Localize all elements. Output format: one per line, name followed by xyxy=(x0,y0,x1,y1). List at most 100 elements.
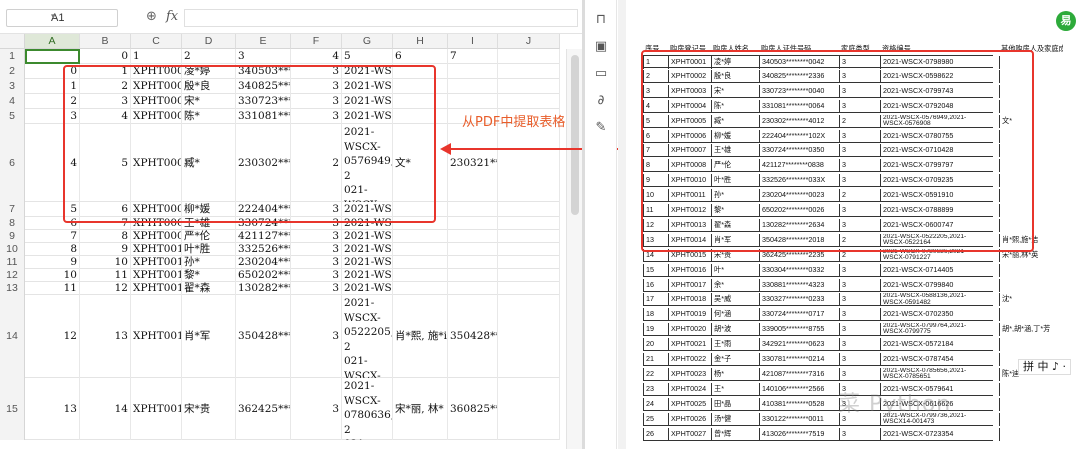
sheet-cell[interactable] xyxy=(498,230,560,243)
row-header[interactable]: 4 xyxy=(0,94,25,109)
sign-icon[interactable]: ✎ xyxy=(591,118,611,138)
sheet-cell[interactable] xyxy=(448,202,498,217)
sheet-cell[interactable] xyxy=(393,230,448,243)
sheet-cell[interactable]: 3 xyxy=(291,295,342,378)
sheet-cell[interactable] xyxy=(498,269,560,282)
sheet-cell[interactable]: 2021-WSCX-0788899 xyxy=(342,269,393,282)
sheet-cell[interactable] xyxy=(393,269,448,282)
sheet-cell[interactable] xyxy=(448,217,498,230)
sheet-cell[interactable]: 10 xyxy=(80,256,131,269)
sheet-cell[interactable]: 4 xyxy=(291,49,342,64)
sheet-cell[interactable]: 10 xyxy=(25,269,80,282)
name-box[interactable]: A1 ▾ xyxy=(6,9,118,27)
sheet-cell[interactable]: 12 xyxy=(80,282,131,295)
column-header-g[interactable]: G xyxy=(342,34,393,49)
sheet-cell[interactable]: 350428********2023, 3602 xyxy=(448,295,498,378)
sheet-cell[interactable]: XPHT0013 xyxy=(131,282,182,295)
sheet-cell[interactable]: 12 xyxy=(25,295,80,378)
row-header[interactable]: 6 xyxy=(0,124,25,202)
sheet-cell[interactable]: 宋*丽, 林* xyxy=(393,378,448,440)
sheet-cell[interactable]: 650202**** xyxy=(236,269,291,282)
sheet-cell[interactable] xyxy=(448,282,498,295)
row-header[interactable]: 3 xyxy=(0,79,25,94)
sheet-cell[interactable] xyxy=(448,243,498,256)
sheet-cell[interactable]: 3 xyxy=(291,282,342,295)
sheet-cell[interactable]: 叶*胜 xyxy=(182,243,236,256)
sheet-cell[interactable]: 3 xyxy=(291,256,342,269)
sheet-cell[interactable] xyxy=(448,79,498,94)
sheet-cell[interactable]: 14 xyxy=(80,378,131,440)
sheet-cell[interactable]: 宋*贵 xyxy=(182,378,236,440)
bookmark-icon[interactable]: ⊓ xyxy=(591,10,611,30)
sheet-cell[interactable]: 2021-WSCX-0799797 xyxy=(342,230,393,243)
sheet-cell[interactable] xyxy=(448,269,498,282)
sheet-cell[interactable]: 7 xyxy=(448,49,498,64)
sheet-cell[interactable]: 严*伦 xyxy=(182,230,236,243)
row-header[interactable]: 13 xyxy=(0,282,25,295)
sheet-cell[interactable]: 孙* xyxy=(182,256,236,269)
sheet-cell[interactable]: 2021- WSCX- 0522205, 2 021- WSCX- 052216… xyxy=(342,295,393,378)
sheet-cell[interactable]: XPHT0015 xyxy=(131,378,182,440)
image-icon[interactable]: ▣ xyxy=(591,37,611,57)
zoom-icon[interactable]: ⊕ xyxy=(146,9,157,24)
sheet-cell[interactable]: 肖*军 xyxy=(182,295,236,378)
column-header-i[interactable]: I xyxy=(448,34,498,49)
sheet-cell[interactable] xyxy=(448,256,498,269)
sheet-cell[interactable]: 3 xyxy=(291,230,342,243)
select-all-corner[interactable] xyxy=(0,34,25,49)
sheet-cell[interactable] xyxy=(498,243,560,256)
sheet-cell[interactable] xyxy=(498,79,560,94)
sheet-cell[interactable]: 9 xyxy=(80,243,131,256)
column-header-a[interactable]: A xyxy=(25,34,80,49)
sheet-cell[interactable]: 肖*熙, 施*i xyxy=(393,295,448,378)
chevron-down-icon[interactable]: ▾ xyxy=(51,11,113,22)
row-header[interactable]: 5 xyxy=(0,109,25,124)
sheet-cell[interactable] xyxy=(393,256,448,269)
sheet-cell[interactable]: 8 xyxy=(25,243,80,256)
sheet-cell[interactable]: 421127**** xyxy=(236,230,291,243)
row-header[interactable]: 2 xyxy=(0,64,25,79)
attachment-icon[interactable]: ∂ xyxy=(591,91,611,111)
sheet-cell[interactable] xyxy=(498,378,560,440)
column-header-e[interactable]: E xyxy=(236,34,291,49)
formula-input[interactable] xyxy=(184,9,578,27)
sheet-cell[interactable]: 13 xyxy=(80,295,131,378)
vertical-scrollbar[interactable] xyxy=(566,49,582,449)
sheet-cell[interactable]: XPHT0008 xyxy=(131,230,182,243)
column-header-b[interactable]: B xyxy=(80,34,131,49)
sheet-cell[interactable] xyxy=(498,49,560,64)
sheet-cell[interactable]: 11 xyxy=(80,269,131,282)
row-header[interactable]: 11 xyxy=(0,256,25,269)
sheet-cell[interactable]: 2021-WSCX-0709235 xyxy=(342,243,393,256)
ime-toolbar[interactable]: 拼 中 ♪ · xyxy=(1018,359,1072,375)
sheet-cell[interactable]: 3 xyxy=(236,49,291,64)
sheet-cell[interactable] xyxy=(448,94,498,109)
sheet-cell[interactable] xyxy=(498,256,560,269)
row-header[interactable]: 8 xyxy=(0,217,25,230)
sheet-cell[interactable]: 2021-WSCX-0600747 xyxy=(342,282,393,295)
sheet-cell[interactable]: 11 xyxy=(25,282,80,295)
sheet-cell[interactable] xyxy=(498,282,560,295)
row-header[interactable]: 1 xyxy=(0,49,25,64)
sheet-cell[interactable]: 1 xyxy=(131,49,182,64)
column-header-c[interactable]: C xyxy=(131,34,182,49)
row-header[interactable]: 12 xyxy=(0,269,25,282)
sheet-cell[interactable] xyxy=(448,64,498,79)
sheet-cell[interactable] xyxy=(393,282,448,295)
column-header-f[interactable]: F xyxy=(291,34,342,49)
sheet-cell[interactable] xyxy=(498,202,560,217)
row-header[interactable]: 9 xyxy=(0,230,25,243)
app-badge-icon[interactable]: 易 xyxy=(1056,11,1076,31)
sheet-cell[interactable] xyxy=(498,124,560,202)
sheet-cell[interactable]: 230204**** xyxy=(236,256,291,269)
scroll-thumb[interactable] xyxy=(571,55,579,215)
sheet-cell[interactable]: 130282**** xyxy=(236,282,291,295)
sheet-cell[interactable]: 翟*森 xyxy=(182,282,236,295)
column-header-d[interactable]: D xyxy=(182,34,236,49)
sheet-cell[interactable] xyxy=(498,64,560,79)
sheet-cell[interactable]: XPHT0014 xyxy=(131,295,182,378)
sheet-cell[interactable]: 0 xyxy=(80,49,131,64)
row-header[interactable]: 7 xyxy=(0,202,25,217)
sheet-cell[interactable]: 6 xyxy=(393,49,448,64)
sheet-cell[interactable]: XPHT0011 xyxy=(131,256,182,269)
